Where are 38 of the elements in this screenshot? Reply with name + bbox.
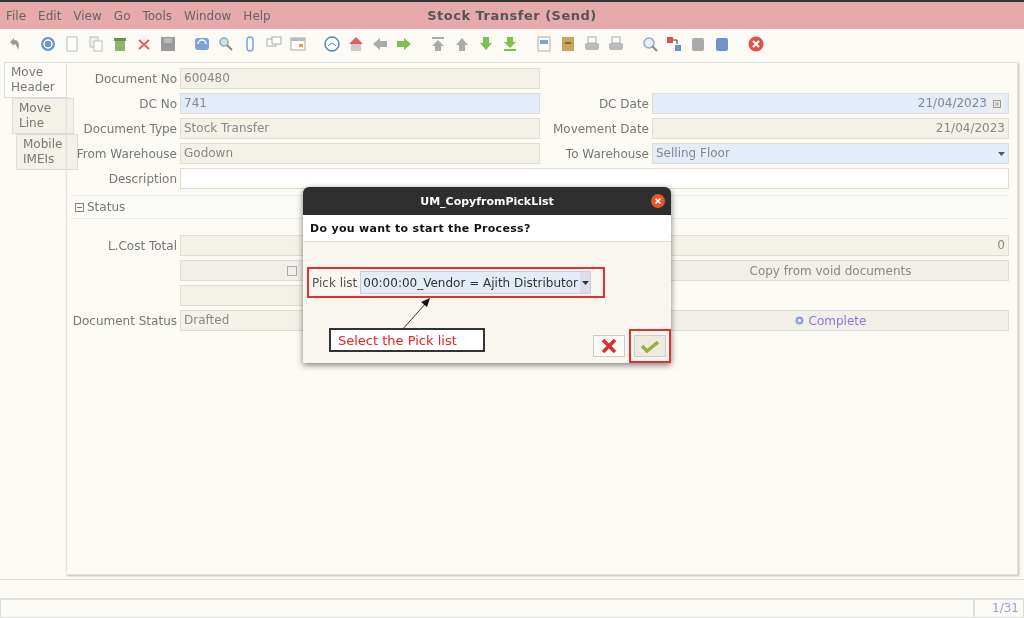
field-label: Pick list [312,275,358,290]
side-tab[interactable]: Move Header [4,62,69,98]
menu-item[interactable]: Window [184,8,232,23]
date-field[interactable]: 21/04/2023 [652,118,1009,139]
text-field[interactable]: Stock Transfer [180,118,540,139]
text-field[interactable]: 600480 [180,68,540,89]
field-label: DC Date [597,96,649,111]
dialog-question: Do you want to start the Process? [303,215,671,242]
dialog-title: UM_CopyfromPickList [420,194,554,208]
menu-item[interactable]: Edit [38,8,62,23]
field-label: Movement Date [551,121,649,136]
side-tab[interactable]: Move Line [12,98,74,134]
field-label: From Warehouse [75,146,177,161]
field-label: L.Cost Total [106,238,177,253]
field-label: Document Type [82,121,177,136]
field-label: Description [107,171,177,186]
field-label: Document Status [71,313,177,328]
dropdown-value: 00:00:00_Vendor = Ajith Distributor [362,275,580,290]
field-label: To Warehouse [564,146,649,161]
menu-item[interactable]: Help [243,8,271,23]
menu-item[interactable]: View [73,8,102,23]
field-label: DC No [138,96,177,111]
menu-item[interactable]: Tools [142,8,173,23]
date-value: 21/04/2023 [916,95,987,112]
window-title: Stock Transfer (Send) [427,8,597,23]
dropdown-field[interactable]: 00:00:00_Vendor = Ajith Distributor [360,271,592,294]
text-field[interactable]: Godown [180,143,540,164]
record-counter: 1/31 [974,599,1024,618]
dropdown-field[interactable]: Selling Floor [652,143,1009,164]
text-field[interactable]: 741 [180,93,540,114]
menu-item[interactable]: File [6,8,27,23]
field-label: Document No [93,71,177,86]
annotation-callout: Select the Pick list [329,328,485,352]
section-title: Status [87,200,126,214]
side-tab[interactable]: Mobile IMEIs [16,134,78,170]
dropdown-value: Selling Floor [656,145,731,162]
menu-item[interactable]: Go [113,8,131,23]
date-field[interactable]: 21/04/2023 [652,93,1009,114]
